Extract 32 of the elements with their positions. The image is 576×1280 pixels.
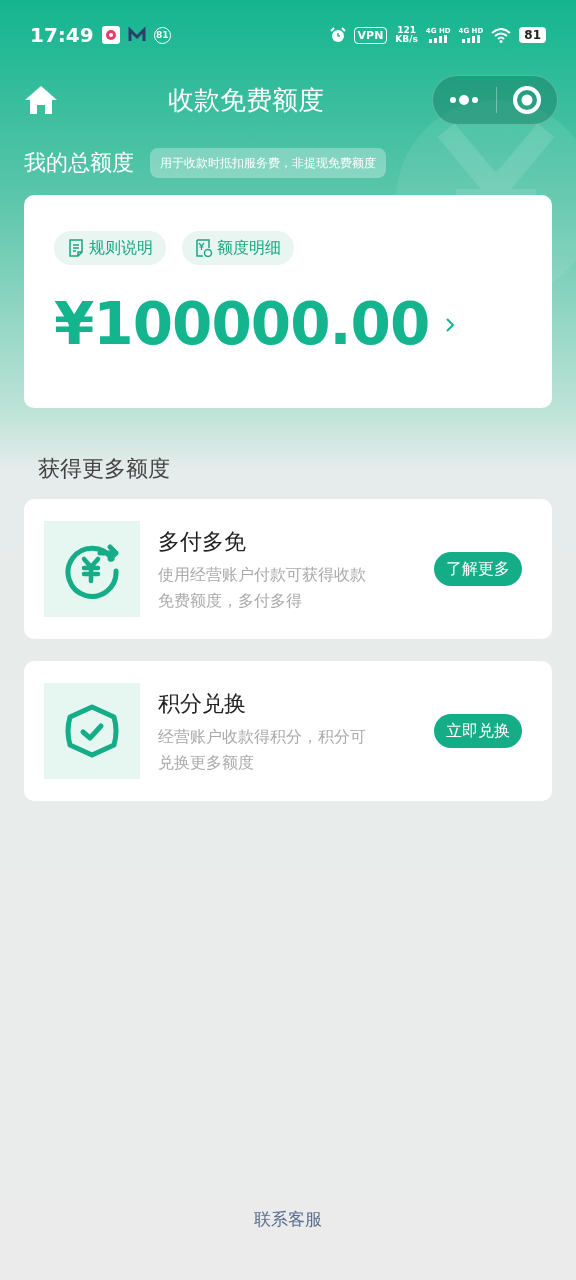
offer-button[interactable]: 了解更多 [434, 552, 522, 586]
offer-description: 使用经营账户付款可获得收款免费额度，多付多得 [158, 563, 367, 612]
mail-icon [127, 27, 146, 43]
home-icon [24, 84, 58, 116]
section-label: 我的总额度 [24, 149, 134, 177]
contact-support-link[interactable]: 联系客服 [254, 1208, 322, 1229]
home-button[interactable] [24, 84, 58, 116]
quota-detail-link[interactable]: 额度明细 [182, 231, 294, 265]
speed-unit: KB/s [395, 35, 418, 44]
receipt-icon [195, 239, 213, 257]
close-icon [511, 85, 542, 115]
section-title: 获得更多额度 [38, 456, 170, 481]
chevron-right-icon [445, 316, 456, 333]
app-icon [101, 26, 120, 44]
offer-description: 经营账户收款得积分，积分可兑换更多额度 [158, 725, 367, 774]
rules-link[interactable]: 规则说明 [54, 231, 166, 265]
vpn-indicator: VPN [353, 26, 388, 44]
offer-title: 多付多免 [158, 527, 247, 556]
wifi-icon [491, 27, 512, 43]
clock-time: 17:49 [30, 22, 94, 49]
document-icon [67, 239, 85, 257]
offer-button[interactable]: 立即兑换 [434, 714, 522, 748]
battery-indicator: 81 [519, 27, 546, 43]
signal-icon [429, 34, 448, 43]
page-title: 收款免费额度 [168, 83, 324, 117]
hint-tooltip: 用于收款时抵扣服务费，非提现免费额度 [150, 147, 386, 178]
alarm-icon [329, 27, 346, 43]
network-speed: 121 [396, 26, 417, 35]
signal-icon [461, 34, 480, 43]
total-amount: ¥100000.00 [54, 289, 430, 360]
more-icon [448, 94, 481, 106]
offer-title: 积分兑换 [158, 689, 247, 718]
